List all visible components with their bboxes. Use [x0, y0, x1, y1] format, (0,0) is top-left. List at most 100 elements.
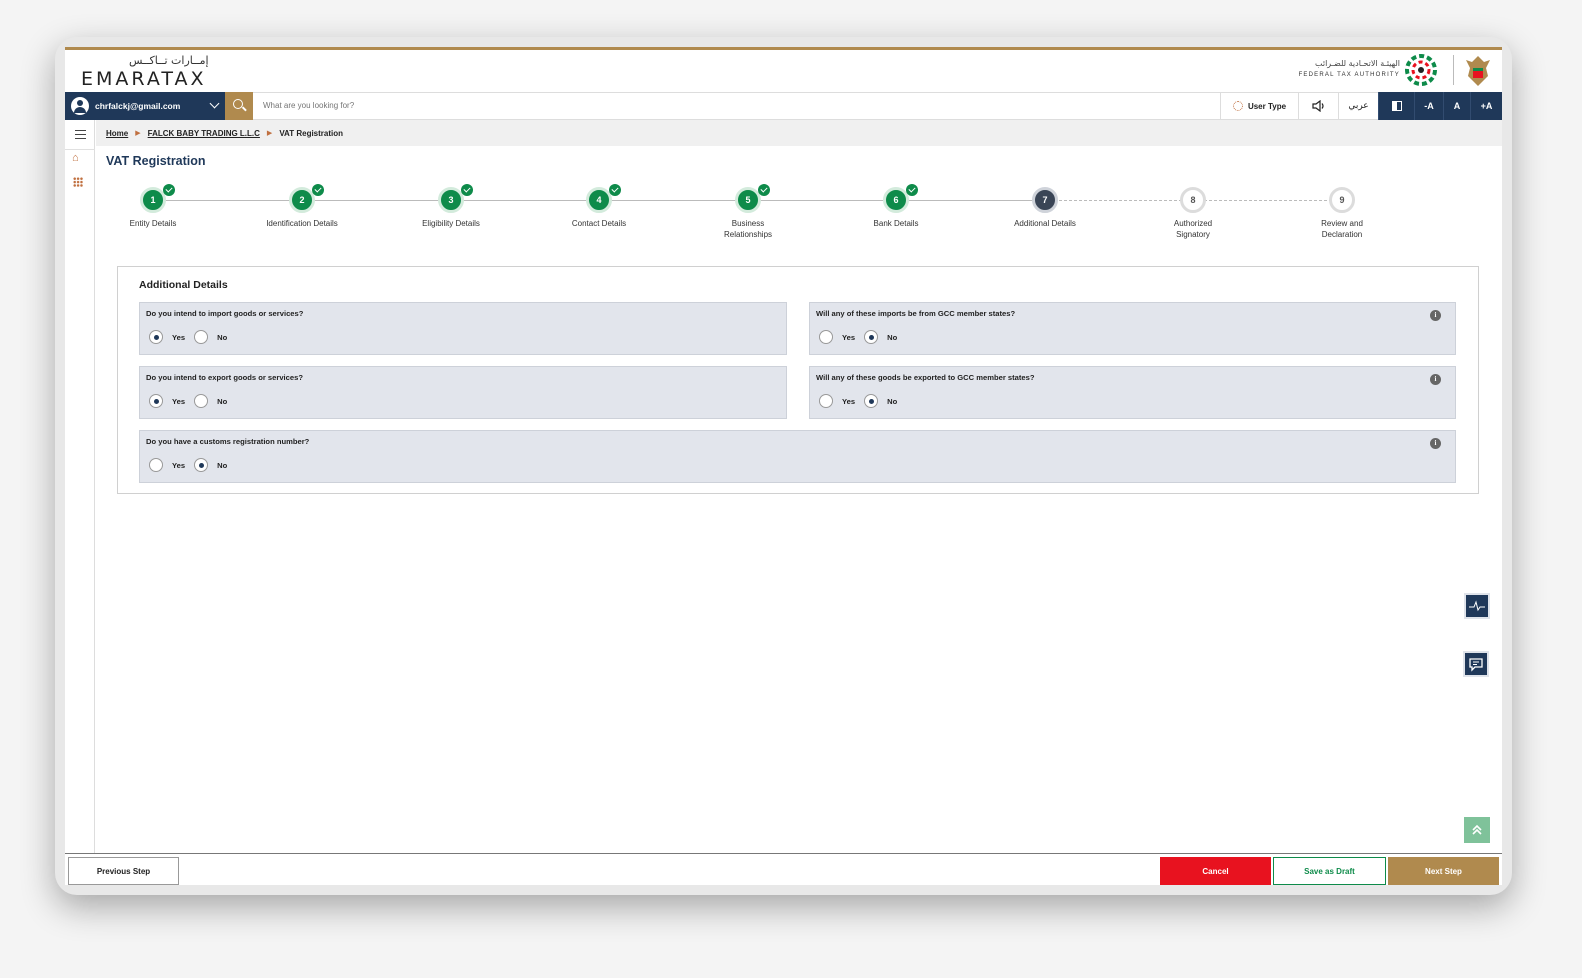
chat-icon [1469, 658, 1483, 672]
breadcrumb-home-link[interactable]: Home [106, 129, 128, 138]
radio-yes[interactable]: Yes [819, 330, 855, 344]
radio-no[interactable]: No [194, 330, 227, 344]
speaker-icon [1311, 100, 1324, 112]
info-icon[interactable]: i [1430, 438, 1441, 449]
search-input[interactable] [263, 101, 863, 110]
breadcrumb: Home ▶ FALCK BABY TRADING L.L.C ▶ VAT Re… [96, 120, 1502, 146]
info-icon[interactable]: i [1430, 374, 1441, 385]
step-label: Review and Declaration [1321, 219, 1363, 239]
logo-english-text: EMARATAX [81, 68, 207, 90]
step-label: Additional Details [1014, 219, 1076, 228]
user-type-label: User Type [1247, 101, 1287, 111]
question-text: Do you intend to export goods or service… [146, 373, 303, 382]
chart-pulse-icon [1469, 600, 1485, 612]
uae-emblem-icon [1466, 56, 1490, 86]
chevron-down-icon [209, 98, 220, 109]
scroll-to-top-button[interactable] [1464, 817, 1490, 843]
breadcrumb-arrow-icon: ▶ [266, 130, 273, 137]
contrast-icon [1391, 101, 1402, 111]
apps-grid-icon[interactable] [73, 177, 83, 187]
user-avatar-icon [71, 97, 89, 115]
fta-emblem-icon [1405, 54, 1437, 86]
font-decrease-button[interactable]: -A [1414, 92, 1443, 120]
logo-arabic-text: إمــارات تــاكــس [129, 54, 209, 67]
step-9[interactable]: 9 Review and Declaration [1282, 186, 1402, 240]
top-bar: chrfalckj@gmail.com User Type عربي -A A … [65, 92, 1502, 120]
breadcrumb-arrow-icon: ▶ [135, 130, 141, 137]
footer-actions: Previous Step Cancel Save as Draft Next … [65, 853, 1502, 885]
user-type-button[interactable]: User Type [1220, 92, 1298, 120]
question-customs-number: Do you have a customs registration numbe… [139, 430, 1456, 483]
step-7[interactable]: 7 Additional Details [985, 186, 1105, 229]
step-2[interactable]: 2 Identification Details [242, 184, 362, 229]
double-chevron-up-icon [1472, 824, 1482, 835]
radio-no[interactable]: No [194, 394, 227, 408]
question-export-gcc: Will any of these goods be exported to G… [809, 366, 1456, 419]
check-icon [163, 184, 175, 196]
hamburger-menu-icon[interactable] [75, 130, 86, 139]
step-label: Contact Details [571, 219, 627, 228]
radio-no[interactable]: No [864, 394, 897, 408]
previous-step-button[interactable]: Previous Step [68, 857, 179, 885]
question-import-gcc: Will any of these imports be from GCC me… [809, 302, 1456, 355]
user-menu[interactable]: chrfalckj@gmail.com [65, 92, 225, 120]
step-5[interactable]: 5 Business Relationships [688, 184, 808, 240]
step-3[interactable]: 3 Eligibility Details [391, 184, 511, 229]
contrast-toggle[interactable] [1378, 92, 1414, 120]
breadcrumb-current: VAT Registration [279, 128, 344, 138]
step-label: Eligibility Details [422, 219, 480, 228]
app-window: إمــارات تــاكــس EMARATAX الهيئـة الاتح… [65, 47, 1502, 885]
radio-yes[interactable]: Yes [819, 394, 855, 408]
question-text: Do you intend to import goods or service… [146, 309, 304, 318]
user-email: chrfalckj@gmail.com [95, 101, 181, 111]
info-icon[interactable]: i [1430, 310, 1441, 321]
question-import: Do you intend to import goods or service… [139, 302, 787, 355]
font-increase-button[interactable]: +A [1470, 92, 1502, 120]
dashboard-widget-button[interactable] [1464, 593, 1490, 619]
radio-no[interactable]: No [864, 330, 897, 344]
question-text: Will any of these goods be exported to G… [816, 373, 1035, 382]
step-8[interactable]: 8 Authorized Signatory [1133, 186, 1253, 240]
check-icon [609, 184, 621, 196]
registration-stepper: 1 Entity Details 2 Identification Detail… [105, 184, 1405, 256]
radio-yes[interactable]: Yes [149, 458, 185, 472]
next-step-button[interactable]: Next Step [1388, 857, 1499, 885]
question-text: Do you have a customs registration numbe… [146, 437, 310, 446]
card-title: Additional Details [139, 279, 228, 291]
step-label: Entity Details [129, 219, 177, 228]
breadcrumb-company-link[interactable]: FALCK BABY TRADING L.L.C [148, 129, 260, 138]
gear-icon [1232, 101, 1243, 111]
step-1[interactable]: 1 Entity Details [93, 184, 213, 229]
step-label: Business Relationships [723, 219, 773, 239]
cancel-button[interactable]: Cancel [1160, 857, 1271, 885]
step-label: Identification Details [266, 219, 338, 228]
check-icon [461, 184, 473, 196]
radio-yes[interactable]: Yes [149, 394, 185, 408]
language-toggle[interactable]: عربي [1338, 92, 1378, 120]
step-label: Bank Details [873, 219, 919, 228]
sidebar: ⌂ [65, 120, 95, 853]
speaker-button[interactable] [1298, 92, 1338, 120]
radio-yes[interactable]: Yes [149, 330, 185, 344]
question-text: Will any of these imports be from GCC me… [816, 309, 1016, 318]
chat-button[interactable] [1463, 651, 1489, 677]
save-draft-button[interactable]: Save as Draft [1273, 857, 1386, 885]
header: إمــارات تــاكــس EMARATAX الهيئـة الاتح… [65, 50, 1502, 92]
home-icon[interactable]: ⌂ [72, 152, 79, 164]
header-divider [1453, 55, 1454, 85]
font-normal-button[interactable]: A [1443, 92, 1470, 120]
fta-arabic-text: الهيئـة الاتحـادية للضـرائب [1314, 59, 1400, 68]
additional-details-card: Additional Details Do you intend to impo… [117, 266, 1479, 494]
check-icon [906, 184, 918, 196]
fta-english-text: FEDERAL TAX AUTHORITY [1298, 72, 1400, 78]
radio-no[interactable]: No [194, 458, 227, 472]
device-frame: إمــارات تــاكــس EMARATAX الهيئـة الاتح… [55, 37, 1512, 895]
step-label: Authorized Signatory [1173, 219, 1213, 239]
page-title: VAT Registration [106, 154, 206, 168]
step-6[interactable]: 6 Bank Details [836, 184, 956, 229]
step-4[interactable]: 4 Contact Details [539, 184, 659, 229]
check-icon [758, 184, 770, 196]
question-export: Do you intend to export goods or service… [139, 366, 787, 419]
search-button[interactable] [225, 92, 253, 120]
fta-logo: الهيئـة الاتحـادية للضـرائب FEDERAL TAX … [1299, 53, 1438, 89]
